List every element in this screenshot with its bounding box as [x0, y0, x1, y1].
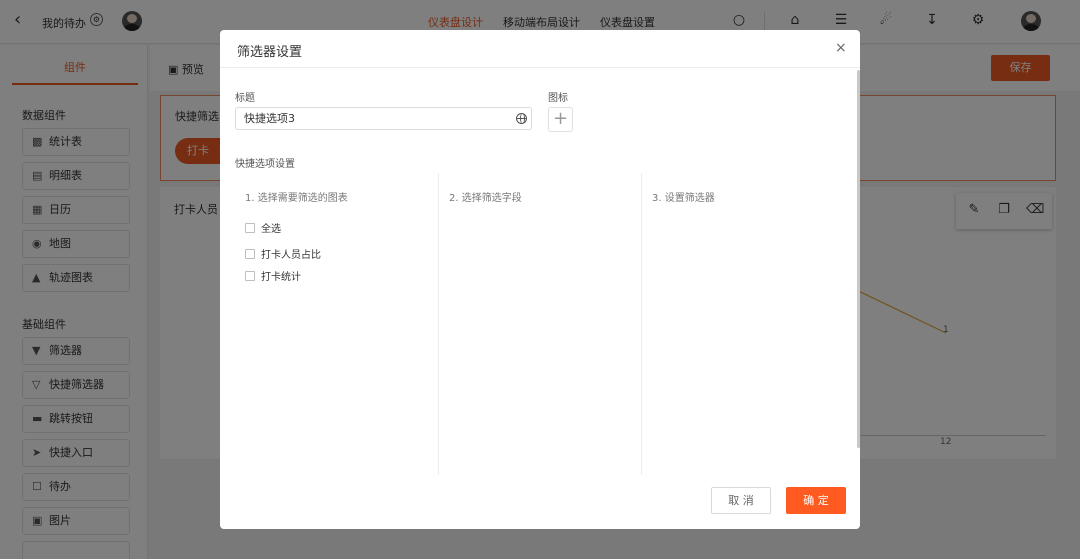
- checkbox[interactable]: [245, 271, 255, 281]
- globe-icon[interactable]: [516, 113, 527, 124]
- select-all-checkbox[interactable]: 全选: [245, 220, 281, 235]
- column-select-fields: 2. 选择筛选字段: [439, 173, 641, 475]
- checkbox[interactable]: [245, 249, 255, 259]
- section-label: 快捷选项设置: [235, 159, 295, 170]
- filter-settings-dialog: 筛选器设置 × 标题 快捷选项3 图标 + 快捷选项设置 1. 选择需要筛选的图…: [220, 30, 860, 529]
- column-title: 3. 设置筛选器: [652, 193, 715, 204]
- dialog-title: 筛选器设置: [237, 45, 303, 60]
- checkbox-label: 打卡统计: [261, 272, 301, 283]
- close-icon[interactable]: ×: [835, 40, 847, 56]
- checkbox[interactable]: [245, 223, 255, 233]
- add-icon-button[interactable]: +: [548, 107, 573, 132]
- cancel-button[interactable]: 取 消: [711, 487, 771, 514]
- chart-checkbox[interactable]: 打卡统计: [245, 268, 301, 283]
- checkbox-label: 全选: [261, 224, 281, 235]
- dialog-scrollbar[interactable]: [857, 70, 860, 448]
- checkbox-label: 打卡人员占比: [261, 250, 321, 261]
- title-field-label: 标题: [235, 93, 255, 104]
- column-set-filter: 3. 设置筛选器: [642, 173, 852, 475]
- chart-checkbox[interactable]: 打卡人员占比: [245, 246, 321, 261]
- column-title: 1. 选择需要筛选的图表: [245, 193, 348, 204]
- icon-field-label: 图标: [548, 93, 568, 104]
- column-title: 2. 选择筛选字段: [449, 193, 522, 204]
- title-input-value: 快捷选项3: [244, 112, 295, 125]
- title-input[interactable]: 快捷选项3: [235, 107, 532, 130]
- dialog-header: 筛选器设置 ×: [220, 30, 860, 68]
- confirm-button[interactable]: 确 定: [786, 487, 846, 514]
- column-select-charts: 1. 选择需要筛选的图表: [235, 173, 438, 475]
